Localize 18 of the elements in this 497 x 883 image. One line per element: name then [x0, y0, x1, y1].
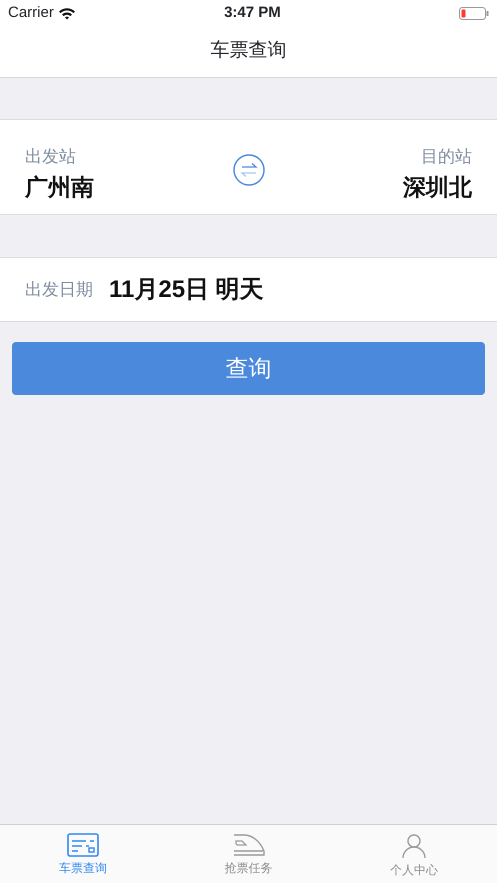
- person-icon: [401, 833, 428, 859]
- tab-item[interactable]: 车票查询: [0, 825, 166, 883]
- date-label: 出发日期: [25, 278, 93, 301]
- train-icon: [232, 833, 264, 857]
- carrier-text: Carrier: [8, 2, 54, 23]
- search-button[interactable]: 查询: [12, 342, 485, 395]
- to-station[interactable]: 深圳北: [403, 170, 472, 204]
- swap-icon[interactable]: [232, 154, 264, 186]
- date-value[interactable]: 11月25日 明天: [109, 272, 264, 308]
- nav-title: 车票查询: [210, 39, 286, 64]
- wifi-icon: [58, 6, 76, 20]
- from-label: 出发站: [25, 146, 77, 168]
- status-time: 3:47 PM: [224, 2, 281, 23]
- tab-item[interactable]: 抢票任务: [166, 825, 332, 883]
- to-label: 目的站: [421, 146, 472, 168]
- ticket-icon: [66, 833, 99, 857]
- tab-item[interactable]: 个人中心: [331, 825, 497, 883]
- from-station[interactable]: 广州南: [25, 170, 94, 204]
